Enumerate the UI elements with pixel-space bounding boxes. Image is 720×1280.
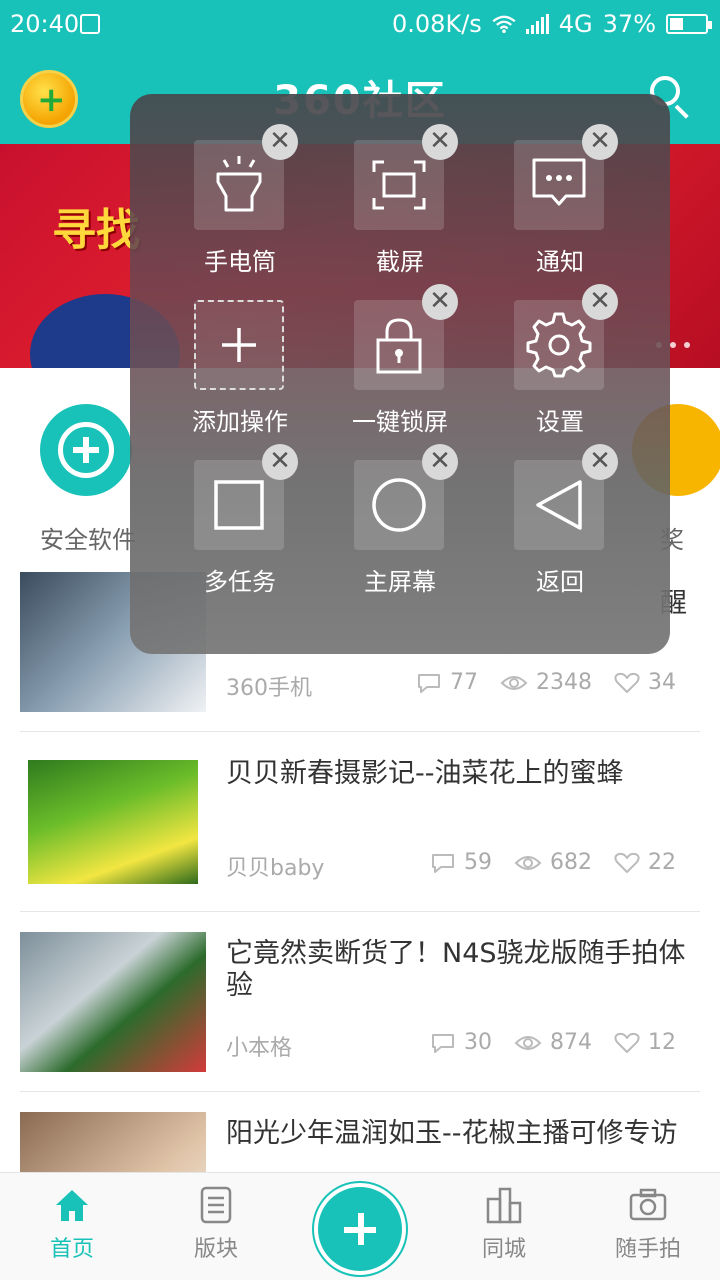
tile-notification[interactable]: ✕ 通知 [480, 124, 640, 284]
remove-tile-close-icon[interactable]: ✕ [422, 124, 458, 160]
avatar[interactable]: + [20, 70, 78, 128]
post-meta: 360手机 77 2348 34 [226, 670, 676, 702]
view-count: 2348 [536, 670, 592, 695]
tile-label: 截屏 [376, 248, 424, 276]
tab-label-city: 同城 [481, 1237, 526, 1262]
list-icon [200, 1186, 232, 1224]
status-right: 0.08K/s 4G 37% [392, 10, 712, 38]
tile-label: 通知 [536, 248, 584, 276]
status-bar: 20:40 0.08K/s 4G 37% [0, 0, 720, 52]
post-thumbnail [20, 752, 206, 892]
comment-count: 59 [464, 850, 492, 875]
view-icon [500, 675, 528, 690]
wifi-icon [492, 15, 516, 33]
tile-label: 设置 [536, 408, 584, 436]
tab-home[interactable]: 首页 [17, 1185, 127, 1263]
tile-label: 主屏幕 [364, 568, 436, 596]
heart-icon [614, 852, 640, 873]
comment-icon [432, 1033, 454, 1053]
screenshot-indicator-icon [80, 14, 100, 34]
like-count: 22 [648, 850, 676, 875]
post-meta: 贝贝baby 59 682 22 [226, 850, 676, 882]
tile-label: 一键锁屏 [352, 408, 448, 436]
banner-text: 寻找 [52, 205, 140, 256]
comment-count: 30 [464, 1030, 492, 1055]
heart-icon [614, 672, 640, 693]
tile-settings[interactable]: ✕ 设置 [480, 284, 640, 444]
post-title: 阳光少年温润如玉--花椒主播可修专访 [226, 1118, 678, 1149]
status-time: 20:40 [10, 10, 80, 38]
quick-label-security: 安全软件 [40, 526, 136, 554]
post-meta: 小本格 30 874 12 [226, 1030, 676, 1062]
tab-snapshot[interactable]: 随手拍 [593, 1185, 703, 1263]
camera-icon [629, 1188, 667, 1221]
tile-lock-screen[interactable]: ✕ 一键锁屏 [320, 284, 480, 444]
tile-back[interactable]: ✕ 返回 [480, 444, 640, 604]
list-item[interactable]: 贝贝新春摄影记--油菜花上的蜜蜂 贝贝baby 59 682 22 [0, 732, 720, 912]
like-count: 12 [648, 1030, 676, 1055]
home-icon [56, 1190, 88, 1221]
view-icon [514, 1035, 542, 1050]
post-author: 小本格 [226, 1036, 293, 1061]
tile-home-screen[interactable]: ✕ 主屏幕 [320, 444, 480, 604]
post-title: 贝贝新春摄影记--油菜花上的蜜蜂 [226, 758, 624, 789]
add-icon [222, 328, 256, 362]
tile-multitask[interactable]: ✕ 多任务 [160, 444, 320, 604]
remove-tile-close-icon[interactable]: ✕ [422, 284, 458, 320]
tile-flashlight[interactable]: ✕ 手电筒 [160, 124, 320, 284]
tile-add-action[interactable]: 添加操作 [160, 284, 320, 444]
signal-icon [525, 14, 549, 34]
remove-tile-close-icon[interactable]: ✕ [422, 444, 458, 480]
view-count: 682 [550, 850, 592, 875]
heart-icon [614, 1032, 640, 1053]
remove-tile-close-icon[interactable]: ✕ [262, 124, 298, 160]
remove-tile-close-icon[interactable]: ✕ [262, 444, 298, 480]
view-count: 874 [550, 1030, 592, 1055]
post-thumbnail [20, 932, 206, 1072]
tile-label: 返回 [536, 568, 584, 596]
bottom-nav: 首页 版块 同城 随手拍 [0, 1172, 720, 1280]
security-software-icon[interactable] [40, 404, 132, 496]
tab-label-snapshot: 随手拍 [614, 1237, 681, 1262]
network-speed: 0.08K/s [392, 10, 482, 38]
remove-tile-close-icon[interactable]: ✕ [582, 284, 618, 320]
comment-icon [432, 853, 454, 873]
remove-tile-close-icon[interactable]: ✕ [582, 444, 618, 480]
tile-label: 添加操作 [192, 408, 288, 436]
network-type: 4G [558, 10, 593, 38]
post-title: 它竟然卖断货了！N4S骁龙版随手拍体验 [226, 938, 686, 1001]
city-icon [486, 1187, 522, 1224]
post-author: 贝贝baby [226, 856, 325, 881]
like-count: 34 [648, 670, 676, 695]
tile-label: 多任务 [204, 568, 276, 596]
tile-label: 手电筒 [204, 248, 276, 276]
list-item[interactable]: 它竟然卖断货了！N4S骁龙版随手拍体验 小本格 30 874 12 [0, 912, 720, 1092]
tab-label-home: 首页 [49, 1237, 94, 1262]
post-add-button[interactable] [314, 1183, 406, 1275]
tile-screenshot[interactable]: ✕ 截屏 [320, 124, 480, 284]
remove-tile-close-icon[interactable]: ✕ [582, 124, 618, 160]
view-icon [514, 855, 542, 870]
battery-icon [666, 14, 712, 34]
post-author: 360手机 [226, 676, 312, 701]
tab-city[interactable]: 同城 [449, 1185, 559, 1263]
battery-percent: 37% [602, 10, 656, 38]
tab-label-sections: 版块 [193, 1237, 238, 1262]
comment-icon [418, 673, 440, 693]
quick-action-panel: ✕ 手电筒 ✕ 截屏 ✕ 通知 添加操作 ✕ 一键锁屏 ✕ 设置 ✕ 多任务 ✕… [130, 94, 670, 654]
comment-count: 77 [450, 670, 478, 695]
tab-sections[interactable]: 版块 [161, 1185, 271, 1263]
